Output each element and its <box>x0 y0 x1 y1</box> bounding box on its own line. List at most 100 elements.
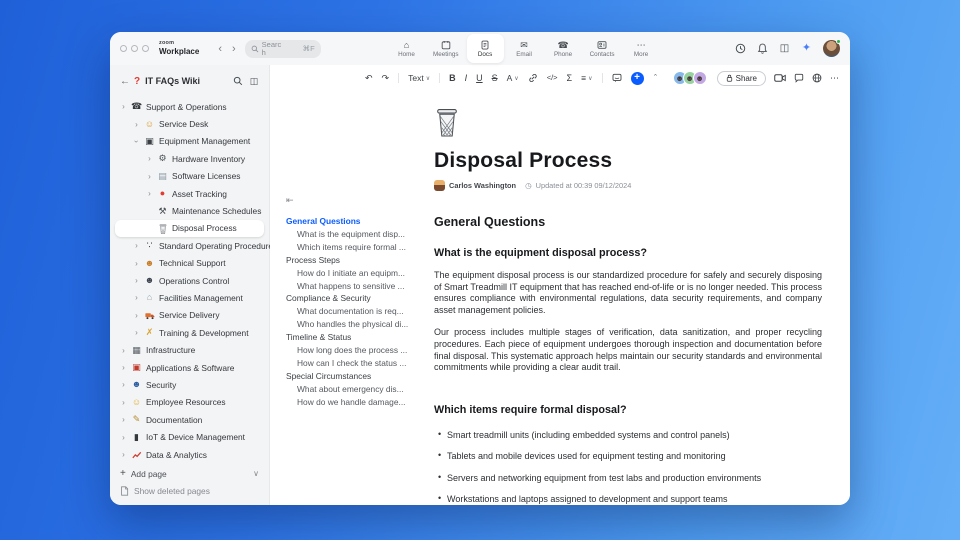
sidebar-item-disposal-process[interactable]: Disposal Process <box>115 219 264 238</box>
chevron-right-icon[interactable]: › <box>146 154 153 163</box>
chevron-right-icon[interactable]: › <box>120 398 127 407</box>
sidebar-search-icon[interactable] <box>233 76 243 86</box>
sidebar-item-technical-support[interactable]: › ☻ Technical Support <box>110 255 269 272</box>
window-controls[interactable] <box>120 45 149 52</box>
sidebar-collapse-icon[interactable]: ◫ <box>249 76 259 86</box>
redo-icon[interactable]: ↷ <box>382 72 390 84</box>
toc-item[interactable]: How can I check the status ... <box>286 357 416 370</box>
chevron-right-icon[interactable]: › <box>120 363 127 372</box>
nav-back-button[interactable]: ‹ <box>213 43 227 55</box>
chevron-right-icon[interactable]: › <box>133 241 140 250</box>
toc-item[interactable]: Who handles the physical di... <box>286 318 416 331</box>
chevron-right-icon[interactable]: › <box>146 172 153 181</box>
chevron-down-icon[interactable]: ∨ <box>253 469 259 478</box>
toc-item[interactable]: How do we handle damage... <box>286 396 416 409</box>
chevron-right-icon[interactable]: › <box>133 276 140 285</box>
side-panel-toggle-icon[interactable]: ◫ <box>779 43 790 54</box>
sidebar-item-maintenance-schedules[interactable]: ⚒ Maintenance Schedules <box>110 202 269 219</box>
align-dropdown[interactable]: ≡ ∨ <box>581 73 592 83</box>
undo-icon[interactable]: ↶ <box>365 72 373 84</box>
sidebar-item-standard-operating-procedures[interactable]: › ∵ Standard Operating Procedures <box>110 237 277 254</box>
chevron-right-icon[interactable]: › <box>120 450 127 459</box>
insert-link-icon[interactable] <box>528 73 538 83</box>
text-style-dropdown[interactable]: Text ∨ <box>408 73 430 83</box>
chevron-right-icon[interactable]: › <box>120 346 127 355</box>
toc-item[interactable]: Which items require formal ... <box>286 241 416 254</box>
chevron-right-icon[interactable]: › <box>120 380 127 389</box>
toc-section-compliance-security[interactable]: Compliance & Security <box>286 292 416 305</box>
chevron-right-icon[interactable]: › <box>133 328 140 337</box>
clock-history-icon[interactable] <box>735 43 746 54</box>
sidebar-back-icon[interactable]: ← <box>120 76 130 87</box>
tab-phone[interactable]: ☎ Phone <box>545 34 582 63</box>
toc-item[interactable]: What documentation is req... <box>286 305 416 318</box>
sidebar-item-hardware-inventory[interactable]: › ⚙ Hardware Inventory <box>110 150 269 167</box>
toc-section-general-questions[interactable]: General Questions <box>286 215 416 228</box>
toc-item[interactable]: What about emergency dis... <box>286 383 416 396</box>
sidebar-item-applications-software[interactable]: › ▣ Applications & Software <box>110 359 269 376</box>
collapse-toolbar-chevron-icon[interactable]: ⌃ <box>653 72 659 84</box>
tab-more[interactable]: ⋯ More <box>623 34 660 63</box>
more-options-icon[interactable]: ⋯ <box>830 72 840 84</box>
close-window-button[interactable] <box>120 45 127 52</box>
toc-section-special-circumstances[interactable]: Special Circumstances <box>286 370 416 383</box>
tab-home[interactable]: ⌂ Home <box>388 34 425 63</box>
toc-item[interactable]: How long does the process ... <box>286 344 416 357</box>
text-color-dropdown[interactable]: A ∨ <box>507 73 519 83</box>
add-page-button[interactable]: + Add page ∨ <box>120 465 259 482</box>
underline-button[interactable]: U <box>476 72 483 84</box>
chevron-right-icon[interactable]: › <box>133 259 140 268</box>
globe-language-icon[interactable] <box>812 73 822 83</box>
toc-item[interactable]: What is the equipment disp... <box>286 228 416 241</box>
chevron-right-icon[interactable]: › <box>146 189 153 198</box>
chevron-right-icon[interactable]: › <box>120 415 127 424</box>
sidebar-item-documentation[interactable]: › ✎ Documentation <box>110 411 269 428</box>
chevron-right-icon[interactable]: › <box>133 293 140 302</box>
sidebar-item-employee-resources[interactable]: › ☺ Employee Resources <box>110 394 269 411</box>
minimize-window-button[interactable] <box>131 45 138 52</box>
comment-icon[interactable] <box>612 73 622 83</box>
chevron-right-icon[interactable]: › <box>133 120 140 129</box>
chat-bubble-icon[interactable] <box>794 73 804 83</box>
toc-section-timeline-status[interactable]: Timeline & Status <box>286 331 416 344</box>
chevron-down-icon[interactable]: › <box>132 138 141 145</box>
outline-collapse-icon[interactable]: ⇤ <box>286 195 416 206</box>
user-avatar[interactable] <box>823 39 841 57</box>
global-search-input[interactable]: Search ⌘F <box>244 39 321 58</box>
tab-docs[interactable]: Docs <box>466 34 504 63</box>
video-camera-icon[interactable] <box>774 73 786 83</box>
chevron-right-icon[interactable]: › <box>133 311 140 320</box>
sidebar-item-infrastructure[interactable]: › ▦ Infrastructure <box>110 341 269 358</box>
nav-forward-button[interactable]: › <box>227 43 241 55</box>
toc-section-process-steps[interactable]: Process Steps <box>286 254 416 267</box>
share-button[interactable]: Share <box>716 70 766 86</box>
ai-companion-sparkle-icon[interactable]: ✦ <box>801 43 812 54</box>
sidebar-item-facilities-management[interactable]: › ⌂ Facilities Management <box>110 289 269 306</box>
tab-contacts[interactable]: Contacts <box>584 34 621 63</box>
sidebar-item-service-desk[interactable]: › ☺ Service Desk <box>110 115 269 132</box>
show-deleted-pages-button[interactable]: Show deleted pages <box>120 482 259 499</box>
code-block-button[interactable]: </> <box>547 72 558 84</box>
collaborator-avatar[interactable]: ☻ <box>692 71 707 85</box>
sidebar-item-asset-tracking[interactable]: › ● Asset Tracking <box>110 185 269 202</box>
italic-button[interactable]: I <box>465 72 468 84</box>
sidebar-item-training-development[interactable]: › ✗ Training & Development <box>110 324 269 341</box>
document-body[interactable]: Disposal Process Carlos Washington ◷ Upd… <box>420 91 840 505</box>
formula-button[interactable]: Σ <box>567 72 573 84</box>
chevron-right-icon[interactable]: › <box>120 433 127 442</box>
sidebar-item-support-operations[interactable]: › ☎ Support & Operations <box>110 98 269 115</box>
sidebar-item-security[interactable]: › ☻ Security <box>110 376 269 393</box>
sidebar-item-equipment-management[interactable]: › ▣ Equipment Management <box>110 133 269 150</box>
sidebar-item-software-licenses[interactable]: › ▤ Software Licenses <box>110 168 269 185</box>
strikethrough-button[interactable]: S <box>492 72 498 84</box>
sidebar-item-operations-control[interactable]: › ☻ Operations Control <box>110 272 269 289</box>
tab-email[interactable]: ✉ Email <box>506 34 543 63</box>
notifications-bell-icon[interactable] <box>757 43 768 54</box>
insert-block-plus-button[interactable]: + <box>630 71 644 85</box>
toc-item[interactable]: What happens to sensitive ... <box>286 280 416 293</box>
sidebar-item-service-delivery[interactable]: › Service Delivery <box>110 307 269 324</box>
chevron-right-icon[interactable]: › <box>120 102 127 111</box>
sidebar-item-data-analytics[interactable]: › Data & Analytics <box>110 446 269 463</box>
toc-item[interactable]: How do I initiate an equipm... <box>286 267 416 280</box>
maximize-window-button[interactable] <box>142 45 149 52</box>
